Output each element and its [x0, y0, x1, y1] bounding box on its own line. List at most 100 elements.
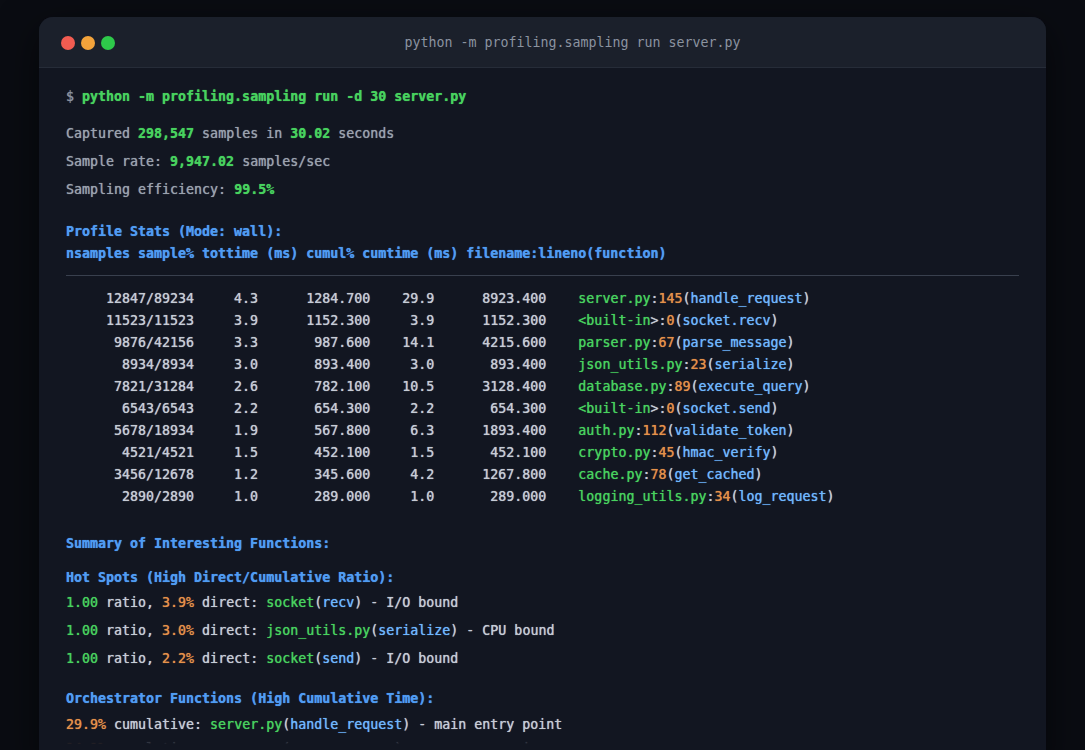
- text-segment: 5678/18934 1.9 567.800 6.3 1893.400: [66, 423, 578, 438]
- text-segment: 1.00: [66, 651, 98, 666]
- text-segment: ): [771, 445, 779, 460]
- text-segment: parse_message: [682, 335, 786, 350]
- text-segment: handle_request: [690, 291, 802, 306]
- text-segment: handle_request: [290, 717, 402, 732]
- text-segment: ratio,: [98, 651, 162, 666]
- text-segment: socket: [266, 651, 314, 666]
- text-segment: ): [787, 423, 795, 438]
- text-segment: ): [827, 489, 835, 504]
- text-segment: 6543/6543 2.2 654.300 2.2 654.300: [66, 401, 578, 416]
- stat-efficiency: Sampling efficiency: 99.5%: [66, 179, 274, 201]
- text-segment: direct:: [194, 595, 266, 610]
- text-segment: Sampling efficiency:: [66, 182, 234, 197]
- text-segment: socket.send: [682, 401, 770, 416]
- text-segment: 45: [658, 445, 674, 460]
- text-segment: Orchestrator Functions (High Cumulative …: [66, 691, 434, 706]
- hot-spot-line: 1.00 ratio, 3.9% direct: socket(recv) - …: [66, 592, 458, 614]
- text-segment: socket.recv: [682, 313, 770, 328]
- table-row: 4521/4521 1.5 452.100 1.5 452.100 crypto…: [66, 442, 779, 464]
- text-segment: nsamples sample% tottime (ms) cumul% cum…: [66, 246, 666, 261]
- text-segment: 99.5%: [234, 182, 274, 197]
- text-segment: 298,547: [138, 126, 194, 141]
- text-segment: 2.2%: [162, 651, 194, 666]
- text-segment: json_utils.py: [266, 623, 370, 638]
- text-segment: Summary of Interesting Functions:: [66, 536, 330, 551]
- table-row: 11523/11523 3.9 1152.300 3.9 1152.300 <b…: [66, 310, 779, 332]
- terminal-window: python -m profiling.sampling run server.…: [39, 17, 1046, 750]
- text-segment: socket: [266, 595, 314, 610]
- table-row: 9876/42156 3.3 987.600 14.1 4215.600 par…: [66, 332, 795, 354]
- text-segment: 1.00: [66, 595, 98, 610]
- table-row: 2890/2890 1.0 289.000 1.0 289.000 loggin…: [66, 486, 835, 508]
- text-segment: ) - main entry point: [402, 717, 562, 732]
- text-segment: ): [803, 379, 811, 394]
- text-segment: 11523/11523 3.9 1152.300 3.9 1152.300: [66, 313, 578, 328]
- table-header: nsamples sample% tottime (ms) cumul% cum…: [66, 243, 666, 265]
- text-segment: ): [787, 335, 795, 350]
- text-segment: 34: [714, 489, 730, 504]
- text-segment: <built-in: [578, 313, 650, 328]
- text-segment: 145: [658, 291, 682, 306]
- text-segment: samples/sec: [234, 154, 330, 169]
- text-segment: logging_utils.py: [578, 489, 706, 504]
- orchestrator-line: 29.9% cumulative: server.py(handle_reque…: [66, 714, 562, 736]
- table-row: 5678/18934 1.9 567.800 6.3 1893.400 auth…: [66, 420, 795, 442]
- text-segment: 3.0%: [162, 623, 194, 638]
- table-row: 6543/6543 2.2 654.300 2.2 654.300 <built…: [66, 398, 779, 420]
- text-segment: 9876/42156 3.3 987.600 14.1 4215.600: [66, 335, 578, 350]
- text-segment: 112: [642, 423, 666, 438]
- table-divider: [66, 275, 1019, 276]
- text-segment: >:: [650, 401, 666, 416]
- table-row: 7821/31284 2.6 782.100 10.5 3128.400 dat…: [66, 376, 811, 398]
- heading-hot-spots: Hot Spots (High Direct/Cumulative Ratio)…: [66, 567, 394, 589]
- text-segment: json_utils.py: [578, 357, 682, 372]
- text-segment: 3456/12678 1.2 345.600 4.2 1267.800: [66, 467, 578, 482]
- stat-sample-rate: Sample rate: 9,947.02 samples/sec: [66, 151, 330, 173]
- table-row: 3456/12678 1.2 345.600 4.2 1267.800 cach…: [66, 464, 763, 486]
- text-segment: serialize: [378, 623, 450, 638]
- text-segment: Profile Stats (Mode: wall):: [66, 224, 282, 239]
- stat-captured: Captured 298,547 samples in 30.02 second…: [66, 123, 394, 145]
- text-segment: ) - I/O bound: [354, 595, 458, 610]
- text-segment: get_cached: [674, 467, 754, 482]
- table-row: 8934/8934 3.0 893.400 3.0 893.400 json_u…: [66, 354, 795, 376]
- text-segment: serialize: [714, 357, 786, 372]
- text-segment: 7821/31284 2.6 782.100 10.5 3128.400: [66, 379, 578, 394]
- text-segment: ratio,: [98, 595, 162, 610]
- text-segment: samples in: [194, 126, 290, 141]
- text-segment: database.py: [578, 379, 666, 394]
- text-segment: 67: [658, 335, 674, 350]
- text-segment: 8934/8934 3.0 893.400 3.0 893.400: [66, 357, 578, 372]
- text-segment: parser.py: [578, 335, 650, 350]
- text-segment: direct:: [194, 623, 266, 638]
- text-segment: Sample rate:: [66, 154, 170, 169]
- text-segment: $: [66, 89, 82, 104]
- text-segment: 4521/4521 1.5 452.100 1.5 452.100: [66, 445, 578, 460]
- text-segment: cache.py: [578, 467, 642, 482]
- hot-spot-line: 1.00 ratio, 3.0% direct: json_utils.py(s…: [66, 620, 554, 642]
- text-segment: 9,947.02: [170, 154, 234, 169]
- table-row: 12847/89234 4.3 1284.700 29.9 8923.400 s…: [66, 288, 811, 310]
- text-segment: 23: [690, 357, 706, 372]
- text-segment: cumulative:: [106, 717, 210, 732]
- text-segment: ): [771, 313, 779, 328]
- bottom-fade-overlay: [39, 734, 1046, 750]
- text-segment: hmac_verify: [682, 445, 770, 460]
- terminal-content: $ python -m profiling.sampling run -d 30…: [39, 17, 1046, 750]
- text-segment: log_request: [739, 489, 827, 504]
- prompt-line: $ python -m profiling.sampling run -d 30…: [66, 86, 466, 108]
- text-segment: 12847/89234 4.3 1284.700 29.9 8923.400: [66, 291, 578, 306]
- text-segment: ): [803, 291, 811, 306]
- text-segment: 78: [650, 467, 666, 482]
- text-segment: crypto.py: [578, 445, 650, 460]
- text-segment: ): [755, 467, 763, 482]
- text-segment: ratio,: [98, 623, 162, 638]
- text-segment: 3.9%: [162, 595, 194, 610]
- text-segment: 1.00: [66, 623, 98, 638]
- text-segment: send: [322, 651, 354, 666]
- text-segment: ) - I/O bound: [354, 651, 458, 666]
- text-segment: python -m profiling.sampling run -d 30 s…: [82, 89, 466, 104]
- text-segment: direct:: [194, 651, 266, 666]
- text-segment: seconds: [330, 126, 394, 141]
- text-segment: auth.py: [578, 423, 634, 438]
